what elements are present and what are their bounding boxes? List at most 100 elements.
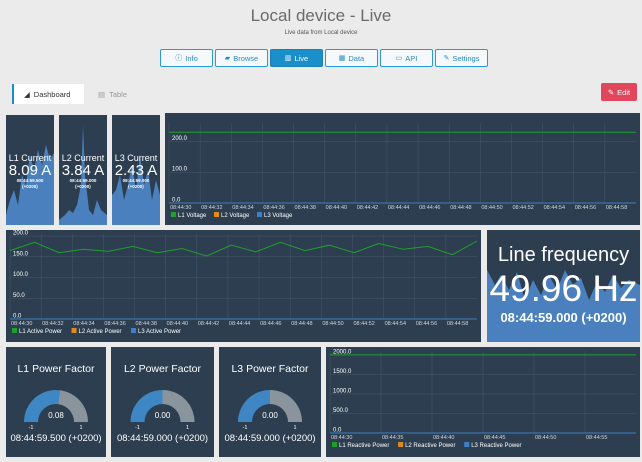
l1-power-factor-gauge: 0.08 -1 1 <box>24 390 88 431</box>
nav-live-button[interactable]: ▥ Live <box>270 49 323 67</box>
x-tick-label: 08:44:40 <box>433 435 454 441</box>
edit-label: Edit <box>617 87 631 97</box>
x-tick-label: 08:44:50 <box>322 321 343 327</box>
x-tick-label: 08:44:46 <box>419 205 440 211</box>
frequency-title: Line frequency <box>497 244 630 266</box>
l1-current-time: 08:44:59.500 <box>16 178 44 183</box>
legend-swatch <box>214 212 219 217</box>
gauge-max-label: 1 <box>79 425 82 431</box>
gauge-min-label: -1 <box>243 425 248 431</box>
l2-power-factor-timestamp: 08:44:59.000 (+0200) <box>116 433 209 444</box>
tab-dashboard-label: Dashboard <box>33 89 71 99</box>
x-tick-label: 08:44:58 <box>606 205 627 211</box>
table-icon: ▤ <box>98 89 106 99</box>
legend-swatch <box>171 212 176 217</box>
x-tick-label: 08:44:50 <box>481 205 502 211</box>
reactive-power-chart-panel: 0.0 500.0 1000.0 1500.0 2000.0 08:44:30 08:44:… <box>326 347 640 457</box>
tab-dashboard[interactable]: ◢ Dashboard <box>12 84 84 104</box>
x-tick-label: 08:44:46 <box>260 321 281 327</box>
frequency-value: 49.96 Hz <box>489 268 638 309</box>
l2-current-tz: (+0200) <box>75 184 91 189</box>
x-tick-label: 08:44:56 <box>416 321 437 327</box>
legend-label[interactable]: L2 Voltage <box>221 213 250 219</box>
y-tick-label: 500.0 <box>333 408 349 414</box>
legend-swatch <box>257 212 262 217</box>
nav-settings-label: Settings <box>452 53 480 63</box>
legend-swatch <box>131 328 136 333</box>
y-tick-label: 1000.0 <box>333 388 352 394</box>
l2-current-panel: L2 Current 3.84 A 08:44:59.000 (+0200) <box>59 115 107 225</box>
l3-current-tz: (+0200) <box>128 184 144 189</box>
l2-current-timestamp: 08:44:59.000 (+0200) <box>59 178 107 190</box>
page-subtitle: Live data from Local device <box>284 30 358 36</box>
legend-label[interactable]: L1 Reactive Power <box>339 443 389 449</box>
nav-live-label: Live <box>294 53 309 63</box>
legend-label[interactable]: L1 Active Power <box>19 329 62 335</box>
x-tick-label: 08:44:54 <box>544 205 565 211</box>
l2-current-time: 08:44:59.000 <box>69 178 97 183</box>
nav-settings-button[interactable]: ✎ Settings <box>435 49 488 67</box>
x-tick-label: 08:44:34 <box>73 321 94 327</box>
legend-swatch <box>332 442 337 447</box>
nav-browse-label: Browse <box>233 53 259 63</box>
legend-swatch <box>398 442 404 447</box>
edit-button[interactable]: ✎ Edit <box>601 83 637 101</box>
x-tick-label: 08:44:40 <box>326 205 347 211</box>
active-power-chart: 0.050.0100.0150.0200.008:44:30 08:44:32 08… <box>9 231 478 335</box>
l3-current-timestamp: 08:44:59.000 (+0200) <box>112 178 160 190</box>
series-line-1 <box>9 240 478 257</box>
active-power-chart-panel: 0.0 50.0 100.0 150.0 200.0 08:44:30 08:44:32 08… <box>6 230 481 342</box>
x-tick-label: 08:44:36 <box>104 321 125 327</box>
x-tick-label: 08:44:42 <box>198 321 219 327</box>
gauge-max-label: 1 <box>293 425 296 431</box>
nav-api-label: API <box>405 53 418 63</box>
voltage-chart: 0.0100.0200.008:44:30 08:44:32 08:44:34 08:… <box>168 123 636 219</box>
x-tick-label: 08:44:55 <box>586 435 607 441</box>
nav-api-button[interactable]: ▭ API <box>380 49 433 67</box>
x-tick-label: 08:44:38 <box>136 321 157 327</box>
l3-power-factor-title: L3 Power Factor <box>231 363 309 375</box>
legend-label[interactable]: L3 Reactive Power <box>471 443 521 449</box>
l2-power-factor-title: L2 Power Factor <box>123 363 202 375</box>
wrench-icon: ✎ <box>443 55 450 62</box>
y-tick-label: 100.0 <box>13 272 29 278</box>
api-icon: ▭ <box>395 55 403 62</box>
nav-data-button[interactable]: ▦ Data <box>325 49 378 67</box>
nav-browse-button[interactable]: ▰ Browse <box>215 49 268 67</box>
x-tick-label: 08:44:34 <box>232 205 253 211</box>
x-tick-label: 08:44:32 <box>201 205 222 211</box>
nav-info-button[interactable]: ⓘ Info <box>160 49 213 67</box>
l3-power-factor-panel: L3 Power Factor 0.00 -1 1 08:44:59.000 (+0… <box>219 347 321 457</box>
legend-label[interactable]: L2 Active Power <box>79 329 122 335</box>
l3-power-factor-timestamp: 08:44:59.000 (+0200) <box>224 433 316 444</box>
legend-swatch <box>71 328 77 333</box>
l3-current-panel: L3 Current 2.43 A 08:44:59.000 (+0200) <box>112 115 160 225</box>
reactive-power-chart: 0.0500.01000.01500.02000.008:44:30 08:44:… <box>329 349 636 449</box>
l2-power-factor-gauge: 0.00 -1 1 <box>130 390 195 431</box>
page-title: Local device - Live <box>250 6 392 25</box>
legend-label[interactable]: L3 Active Power <box>138 329 181 335</box>
x-tick-label: 08:44:48 <box>450 205 471 211</box>
l3-current-value: 2.43 A <box>114 162 158 179</box>
nav-data-label: Data <box>348 53 365 63</box>
y-tick-label: 50.0 <box>13 293 25 299</box>
legend-label[interactable]: L3 Voltage <box>264 213 293 219</box>
legend-label[interactable]: L2 Reactive Power <box>405 443 455 449</box>
x-tick-label: 08:44:52 <box>353 321 374 327</box>
legend-label[interactable]: L1 Voltage <box>178 213 207 219</box>
x-tick-label: 08:44:30 <box>11 321 32 327</box>
edit-icon: ✎ <box>607 87 615 97</box>
gauge-max-label: 1 <box>186 425 189 431</box>
gauge-value: 0.00 <box>155 411 171 420</box>
gauge-min-label: -1 <box>135 425 140 431</box>
l1-power-factor-timestamp: 08:44:59.500 (+0200) <box>10 433 102 444</box>
l2-current-value: 3.84 A <box>61 162 105 179</box>
x-tick-label: 08:44:44 <box>229 321 250 327</box>
x-tick-label: 08:44:36 <box>263 205 284 211</box>
x-tick-label: 08:44:54 <box>385 321 406 327</box>
x-tick-label: 08:44:30 <box>170 205 191 211</box>
x-tick-label: 08:44:45 <box>484 435 505 441</box>
x-tick-label: 08:44:38 <box>295 205 316 211</box>
tab-table[interactable]: ▤ Table <box>98 84 127 104</box>
x-tick-label: 08:44:48 <box>291 321 312 327</box>
